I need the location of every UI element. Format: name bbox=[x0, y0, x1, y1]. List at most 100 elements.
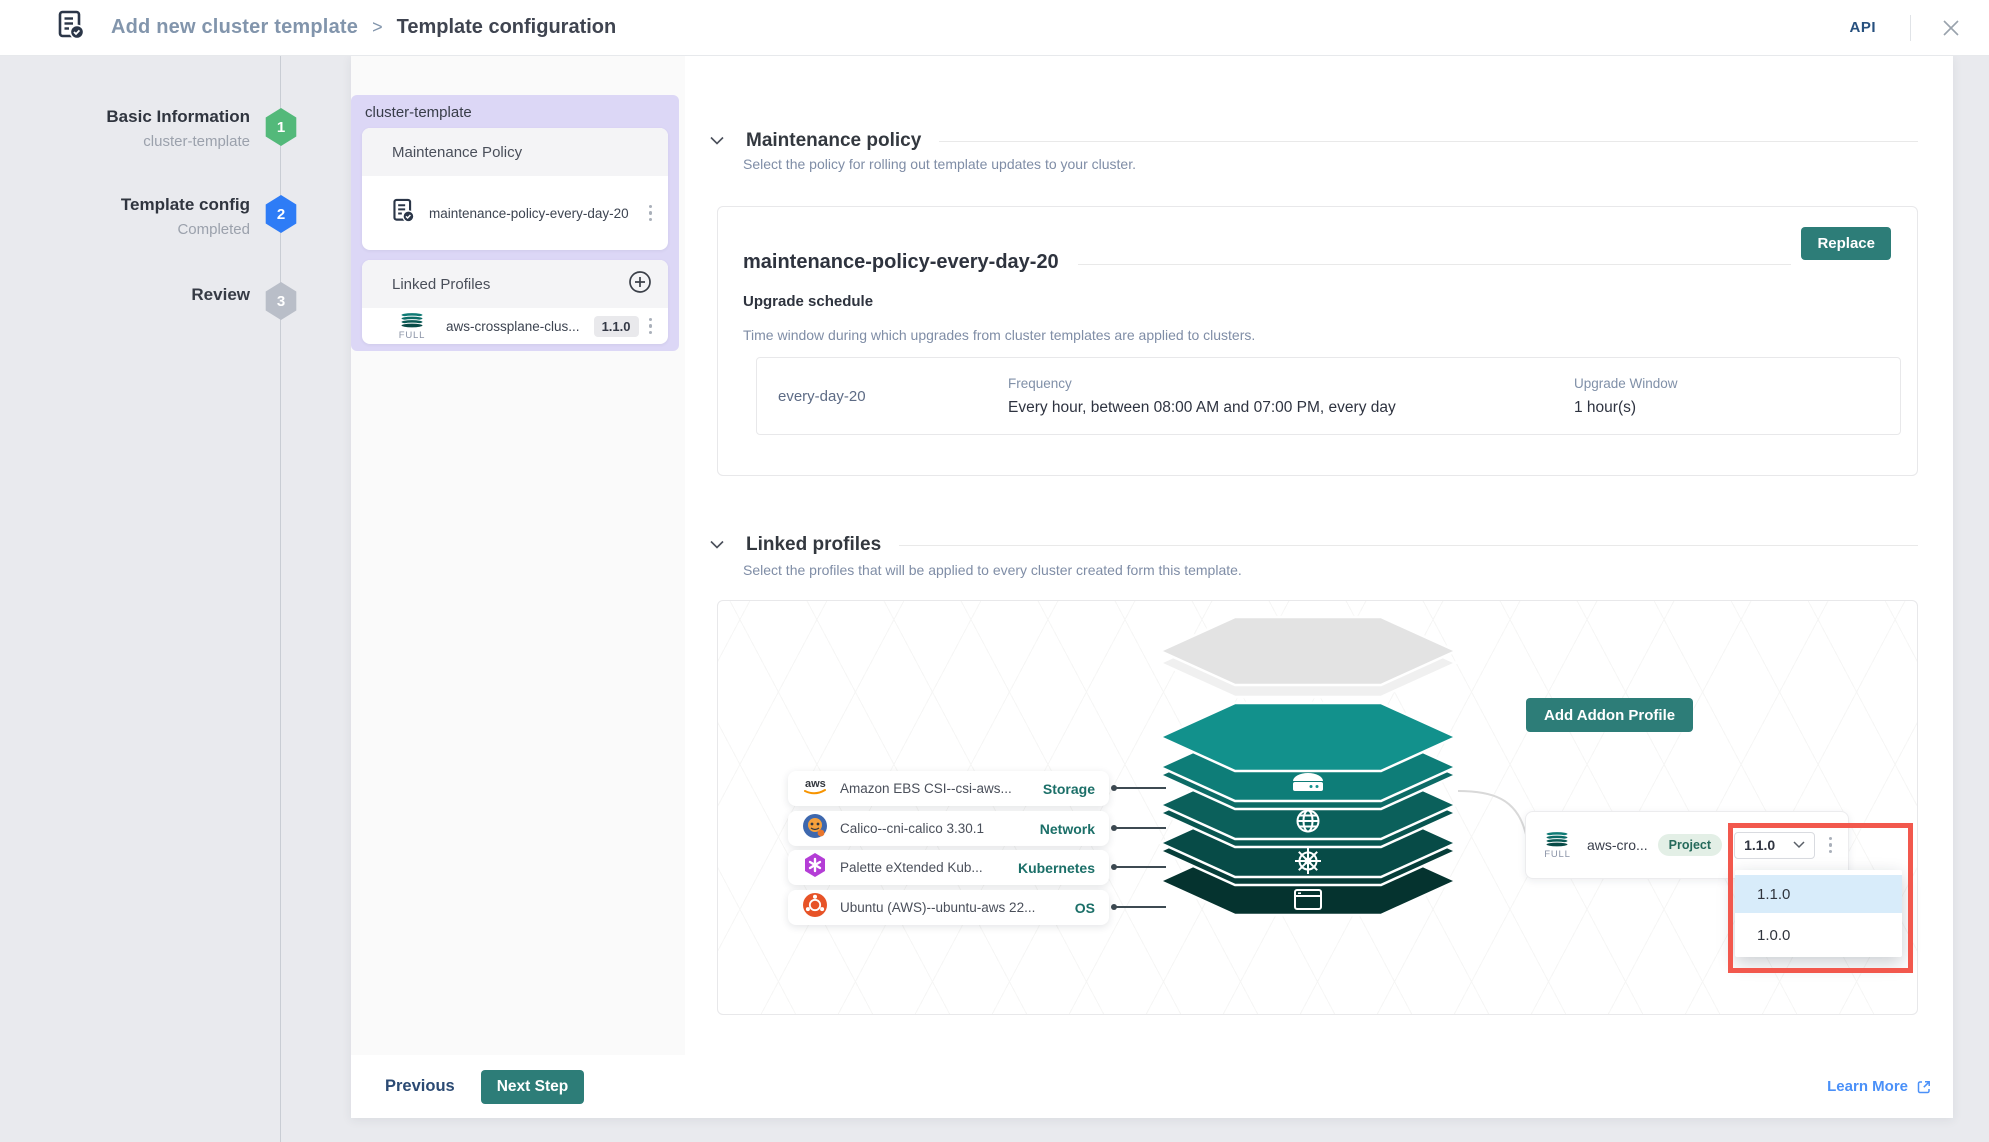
step-title: Review bbox=[191, 284, 250, 305]
step-title: Template config bbox=[121, 194, 250, 215]
chevron-down-icon[interactable] bbox=[710, 536, 724, 554]
profile-layers-icon bbox=[399, 312, 425, 328]
maintenance-policy-tree-item[interactable]: maintenance-policy-every-day-20 bbox=[362, 176, 668, 250]
palette-icon bbox=[802, 852, 828, 883]
close-icon[interactable] bbox=[1941, 18, 1961, 38]
upgrade-window-value: 1 hour(s) bbox=[1574, 399, 1879, 417]
add-cluster-template-page: { "header": { "breadcrumb_parent": "Add … bbox=[0, 0, 1989, 1142]
title-rule bbox=[1078, 264, 1791, 265]
tree-header-label: Maintenance Policy bbox=[392, 144, 652, 161]
step-2-hexagon-badge[interactable]: 2 bbox=[264, 195, 298, 233]
cluster-template-doc-icon bbox=[57, 10, 85, 46]
maintenance-policy-item-label: maintenance-policy-every-day-20 bbox=[429, 206, 645, 221]
layer-type: Kubernetes bbox=[1018, 860, 1095, 876]
chevron-down-icon[interactable] bbox=[710, 132, 724, 150]
step-number: 1 bbox=[277, 119, 285, 136]
maintenance-policy-card: maintenance-policy-every-day-20 Replace … bbox=[717, 206, 1918, 476]
section-rule bbox=[899, 545, 1918, 546]
layer-type: OS bbox=[1075, 900, 1095, 916]
add-addon-profile-button[interactable]: Add Addon Profile bbox=[1526, 698, 1693, 732]
linked-profiles-card: aws Amazon EBS CSI--csi-aws... Storage C… bbox=[717, 600, 1918, 1015]
upgrade-schedule-heading: Upgrade schedule bbox=[743, 293, 873, 310]
cluster-template-tree-panel: cluster-template Maintenance Policy mai bbox=[351, 95, 679, 351]
external-link-icon bbox=[1916, 1079, 1932, 1095]
maintenance-policy-tree-header: Maintenance Policy bbox=[362, 128, 668, 176]
addon-profile-card[interactable]: FULL aws-cro... Project 1.1.0 bbox=[1525, 811, 1849, 879]
layer-type: Storage bbox=[1043, 781, 1095, 797]
profile-scope-label: FULL bbox=[1544, 849, 1570, 860]
breadcrumb-separator: > bbox=[372, 17, 383, 38]
step-title: Basic Information bbox=[106, 106, 250, 127]
maintenance-policy-name: maintenance-policy-every-day-20 bbox=[743, 251, 1059, 274]
wizard-footer: Previous Next Step Learn More bbox=[351, 1055, 1953, 1118]
chevron-down-icon bbox=[1793, 841, 1805, 849]
step-subtitle: cluster-template bbox=[106, 133, 250, 150]
schedule-name: every-day-20 bbox=[778, 388, 1008, 405]
svg-text:aws: aws bbox=[805, 778, 826, 790]
doc-check-icon bbox=[392, 198, 415, 229]
linked-profile-tree-item[interactable]: FULL aws-crossplane-clus... 1.1.0 bbox=[362, 308, 668, 344]
replace-button[interactable]: Replace bbox=[1801, 227, 1891, 260]
layer-name: Amazon EBS CSI--csi-aws... bbox=[840, 781, 1035, 796]
kebab-menu-icon[interactable] bbox=[1825, 833, 1837, 858]
upgrade-schedule-description: Time window during which upgrades from c… bbox=[743, 327, 1255, 343]
linked-profiles-tree-card: Linked Profiles FULL bbox=[362, 260, 668, 344]
wizard-steps-rail: Basic Information cluster-template 1 Tem… bbox=[0, 56, 351, 1142]
breadcrumb-parent[interactable]: Add new cluster template bbox=[111, 16, 358, 39]
api-button[interactable]: API bbox=[1849, 19, 1876, 36]
learn-more-link[interactable]: Learn More bbox=[1827, 1078, 1932, 1095]
upgrade-window-column: Upgrade Window 1 hour(s) bbox=[1574, 376, 1879, 417]
linked-profiles-tree-header: Linked Profiles bbox=[362, 260, 668, 308]
profile-scope-block: FULL bbox=[1538, 831, 1577, 860]
section-title: Maintenance policy bbox=[746, 130, 921, 152]
step-number: 3 bbox=[277, 293, 285, 310]
step-number: 2 bbox=[277, 206, 285, 223]
kebab-menu-icon[interactable] bbox=[645, 201, 657, 226]
layer-type: Network bbox=[1040, 821, 1095, 837]
section-title: Linked profiles bbox=[746, 534, 881, 556]
topbar-divider bbox=[1910, 15, 1911, 41]
profile-layers-icon bbox=[1544, 831, 1570, 847]
layer-pill-storage[interactable]: aws Amazon EBS CSI--csi-aws... Storage bbox=[788, 771, 1109, 806]
next-step-button[interactable]: Next Step bbox=[481, 1070, 585, 1104]
version-select[interactable]: 1.1.0 bbox=[1734, 832, 1814, 859]
layer-pill-os[interactable]: Ubuntu (AWS)--ubuntu-aws 22... OS bbox=[788, 890, 1109, 925]
profile-scope-label: FULL bbox=[399, 330, 425, 341]
maintenance-section-subtitle: Select the policy for rolling out templa… bbox=[743, 156, 1136, 172]
previous-button[interactable]: Previous bbox=[385, 1077, 455, 1096]
profile-stack-diagram bbox=[1159, 609, 1457, 921]
template-configuration-panel: cluster-template Maintenance Policy mai bbox=[351, 56, 1953, 1118]
layer-pill-kubernetes[interactable]: Palette eXtended Kub... Kubernetes bbox=[788, 850, 1109, 885]
step-review[interactable]: Review bbox=[191, 284, 250, 305]
storage-layer-icon bbox=[1293, 773, 1323, 791]
tree-title: cluster-template bbox=[365, 104, 472, 121]
step-1-hexagon-badge[interactable]: 1 bbox=[264, 108, 298, 146]
version-option-1-1-0[interactable]: 1.1.0 bbox=[1735, 875, 1902, 913]
linked-profiles-subtitle: Select the profiles that will be applied… bbox=[743, 562, 1242, 578]
linked-profile-item-label: aws-crossplane-clus... bbox=[446, 319, 588, 334]
layer-pill-network[interactable]: Calico--cni-calico 3.30.1 Network bbox=[788, 811, 1109, 846]
project-scope-badge: Project bbox=[1658, 834, 1722, 856]
step-subtitle: Completed bbox=[121, 221, 250, 238]
maintenance-policy-tree-card: Maintenance Policy maintenance-policy-ev… bbox=[362, 128, 668, 250]
kebab-menu-icon[interactable] bbox=[645, 314, 657, 339]
layer-name: Calico--cni-calico 3.30.1 bbox=[840, 821, 1032, 836]
step-template-config[interactable]: Template config Completed bbox=[121, 194, 250, 238]
tree-header-label: Linked Profiles bbox=[392, 276, 628, 293]
section-rule bbox=[939, 141, 1918, 142]
profile-scope-block: FULL bbox=[392, 312, 432, 341]
learn-more-label: Learn More bbox=[1827, 1078, 1908, 1095]
version-option-1-0-0[interactable]: 1.0.0 bbox=[1735, 913, 1902, 957]
layer-name: Palette eXtended Kub... bbox=[840, 860, 1010, 875]
kubernetes-layer-icon bbox=[1295, 848, 1321, 874]
step-3-hexagon-badge[interactable]: 3 bbox=[264, 282, 298, 320]
add-profile-plus-icon[interactable] bbox=[628, 270, 652, 299]
breadcrumb-current: Template configuration bbox=[397, 16, 617, 39]
step-basic-information[interactable]: Basic Information cluster-template bbox=[106, 106, 250, 150]
top-header-bar: Add new cluster template > Template conf… bbox=[0, 0, 1989, 56]
calico-icon bbox=[802, 813, 828, 844]
frequency-column: Frequency Every hour, between 08:00 AM a… bbox=[1008, 376, 1574, 417]
frequency-label: Frequency bbox=[1008, 376, 1574, 391]
frequency-value: Every hour, between 08:00 AM and 07:00 P… bbox=[1008, 399, 1574, 417]
maintenance-policy-section-header: Maintenance policy bbox=[710, 130, 1918, 152]
